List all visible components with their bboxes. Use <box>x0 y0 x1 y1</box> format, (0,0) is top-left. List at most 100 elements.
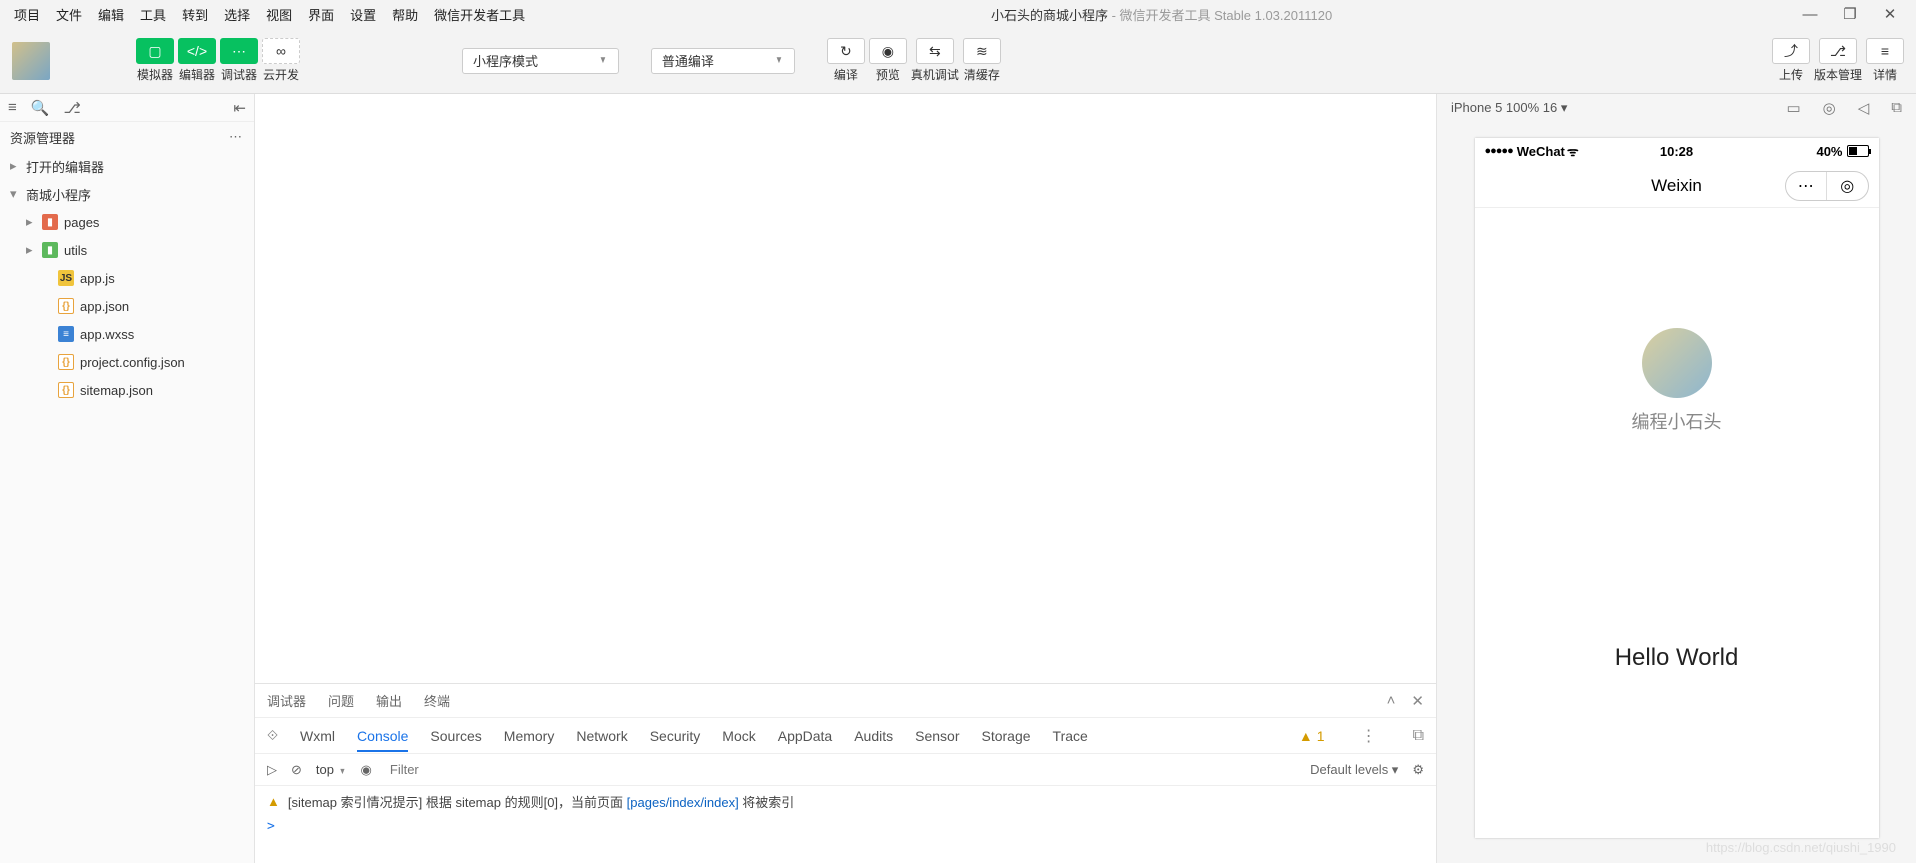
inspect-icon[interactable]: ⟐ <box>267 727 278 744</box>
file-tree-item[interactable]: ≡app.wxss <box>0 320 254 348</box>
file-tree: ▸打开的编辑器▾商城小程序▸▮pages▸▮utilsJSapp.js{}app… <box>0 152 254 404</box>
clear-cache-button[interactable]: ≋清缓存 <box>963 38 1001 83</box>
compile-button[interactable]: ↻编译 <box>827 38 865 83</box>
menu-item[interactable]: 编辑 <box>90 1 132 28</box>
tab-sensor[interactable]: Sensor <box>915 728 959 744</box>
context-select[interactable]: top ▼ <box>316 762 347 777</box>
filter-input[interactable] <box>386 758 1296 781</box>
tab-storage[interactable]: Storage <box>982 728 1031 744</box>
menu-icon: ≡ <box>1866 38 1904 64</box>
menu-bar: 项目 文件 编辑 工具 转到 选择 视图 界面 设置 帮助 微信开发者工具 小石… <box>0 0 1916 28</box>
label: 调试器 <box>221 66 257 83</box>
file-icon: ▮ <box>42 214 58 230</box>
editor-area[interactable] <box>255 94 1436 683</box>
device-icon[interactable]: ▭ <box>1786 99 1800 117</box>
user-avatar[interactable] <box>12 42 50 80</box>
collapse-icon[interactable]: ˄ <box>1387 692 1396 710</box>
simulator-button[interactable]: ▢模拟器 <box>136 38 174 83</box>
levels-select[interactable]: Default levels ▾ <box>1310 762 1398 778</box>
menu-item[interactable]: 视图 <box>258 1 300 28</box>
editor-button[interactable]: </>编辑器 <box>178 38 216 83</box>
label: 资源管理器 <box>10 128 75 147</box>
log-link[interactable]: [pages/index/index] <box>627 795 739 810</box>
search-icon[interactable]: 🔍 <box>31 99 50 117</box>
toolbar-right-group: ⤴上传 ⎇版本管理 ≡详情 <box>1772 38 1904 83</box>
simulator-panel: iPhone 5 100% 16 ▾ ▭ ◎ ◁ ⧉ ●●●●● WeChat … <box>1436 94 1916 863</box>
list-icon[interactable]: ≡ <box>8 99 17 116</box>
file-tree-item[interactable]: ▸▮pages <box>0 208 254 236</box>
avatar-image[interactable] <box>1642 328 1712 398</box>
branch-icon: ⎇ <box>1819 38 1857 64</box>
cloud-button[interactable]: ∞云开发 <box>262 38 300 83</box>
mute-icon[interactable]: ◁ <box>1858 99 1870 117</box>
gear-icon[interactable]: ⚙ <box>1412 762 1424 778</box>
phone-nav-bar: Weixin ⋯ ◎ <box>1475 164 1879 208</box>
file-tree-item[interactable]: ▸▮utils <box>0 236 254 264</box>
tab-wxml[interactable]: Wxml <box>300 728 335 744</box>
tab-network[interactable]: Network <box>576 728 627 744</box>
menu-item[interactable]: 项目 <box>6 1 48 28</box>
eye-icon[interactable]: ◉ <box>361 762 372 778</box>
preview-button[interactable]: ◉预览 <box>869 38 907 83</box>
tab-mock[interactable]: Mock <box>722 728 755 744</box>
debugger-button[interactable]: ⋯调试器 <box>220 38 258 83</box>
file-label: project.config.json <box>80 355 185 370</box>
file-tree-item[interactable]: ▾商城小程序 <box>0 180 254 208</box>
label: 小程序模式 <box>473 51 538 70</box>
version-button[interactable]: ⎇版本管理 <box>1814 38 1862 83</box>
compile-select[interactable]: 普通编译▼ <box>651 48 795 74</box>
menu-item[interactable]: 选择 <box>216 1 258 28</box>
menu-item[interactable]: 文件 <box>48 1 90 28</box>
file-tree-item[interactable]: JSapp.js <box>0 264 254 292</box>
warning-count[interactable]: ▲ 1 <box>1299 728 1325 744</box>
clear-icon[interactable]: ⊘ <box>291 762 302 778</box>
file-tree-item[interactable]: {}app.json <box>0 292 254 320</box>
window-minimize[interactable]: — <box>1790 6 1830 23</box>
file-label: pages <box>64 215 99 230</box>
menu-item[interactable]: 微信开发者工具 <box>426 1 533 28</box>
remote-debug-button[interactable]: ⇆真机调试 <box>911 38 959 83</box>
collapse-icon[interactable]: ⇤ <box>233 99 246 117</box>
menu-item[interactable]: 转到 <box>174 1 216 28</box>
tab-terminal[interactable]: 终端 <box>424 691 450 710</box>
tab-problems[interactable]: 问题 <box>328 691 354 710</box>
battery-percent: 40% <box>1816 144 1842 159</box>
close-icon[interactable]: ✕ <box>1411 692 1424 710</box>
menu-item[interactable]: 帮助 <box>384 1 426 28</box>
kebab-icon[interactable]: ⋮ <box>1361 726 1377 746</box>
file-tree-item[interactable]: {}sitemap.json <box>0 376 254 404</box>
tab-debugger[interactable]: 调试器 <box>267 691 306 710</box>
tab-audits[interactable]: Audits <box>854 728 893 744</box>
capsule-menu-icon[interactable]: ⋯ <box>1786 172 1828 200</box>
dock-icon[interactable]: ⧉ <box>1413 727 1424 745</box>
tab-console[interactable]: Console <box>357 728 408 752</box>
record-icon[interactable]: ◎ <box>1823 99 1836 117</box>
file-tree-item[interactable]: ▸打开的编辑器 <box>0 152 254 180</box>
tab-sources[interactable]: Sources <box>430 728 481 744</box>
tab-security[interactable]: Security <box>650 728 701 744</box>
file-icon: JS <box>58 270 74 286</box>
capsule-button[interactable]: ⋯ ◎ <box>1785 171 1869 201</box>
popout-icon[interactable]: ⧉ <box>1891 99 1902 117</box>
device-select[interactable]: iPhone 5 100% 16 ▾ <box>1451 100 1567 116</box>
window-close[interactable]: ✕ <box>1870 5 1910 23</box>
menu-item[interactable]: 工具 <box>132 1 174 28</box>
mode-select[interactable]: 小程序模式▼ <box>462 48 619 74</box>
window-maximize[interactable]: ❐ <box>1830 5 1870 23</box>
tab-output[interactable]: 输出 <box>376 691 402 710</box>
tab-appdata[interactable]: AppData <box>778 728 832 744</box>
tab-memory[interactable]: Memory <box>504 728 555 744</box>
file-tree-item[interactable]: {}project.config.json <box>0 348 254 376</box>
upload-button[interactable]: ⤴上传 <box>1772 38 1810 83</box>
menu-item[interactable]: 设置 <box>342 1 384 28</box>
more-icon[interactable]: ⋯ <box>229 129 244 145</box>
explorer-header: 资源管理器 ⋯ <box>0 122 254 152</box>
details-button[interactable]: ≡详情 <box>1866 38 1904 83</box>
file-label: app.json <box>80 299 129 314</box>
capsule-close-icon[interactable]: ◎ <box>1827 172 1868 200</box>
play-icon[interactable]: ▷ <box>267 762 277 778</box>
tab-trace[interactable]: Trace <box>1053 728 1088 744</box>
console-prompt[interactable]: > <box>255 817 1436 836</box>
branch-icon[interactable]: ⎇ <box>63 99 80 117</box>
menu-item[interactable]: 界面 <box>300 1 342 28</box>
